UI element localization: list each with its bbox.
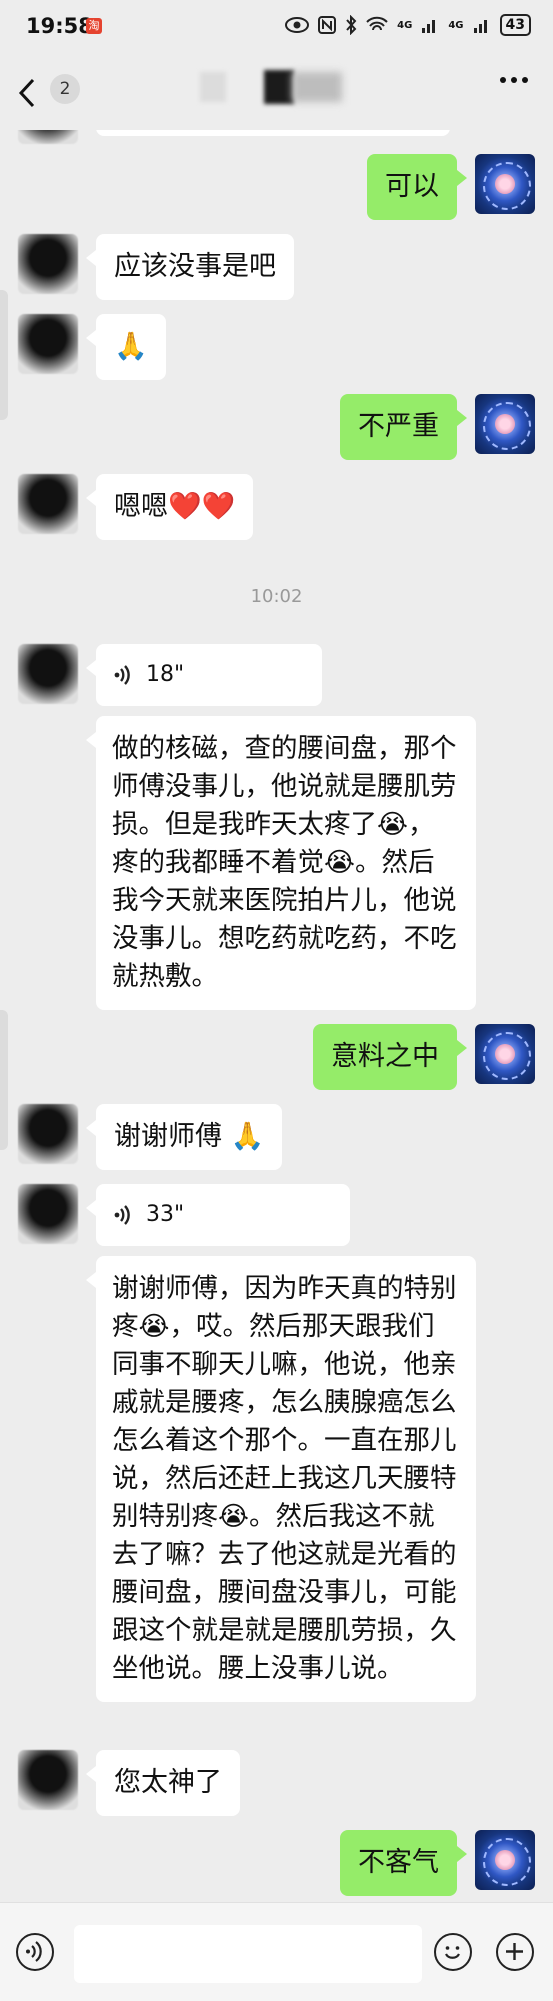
bluetooth-icon [346,15,357,35]
voice-wave-icon [114,1205,130,1225]
contact-avatar[interactable] [18,1184,78,1244]
voice-message[interactable]: 33" [86,1184,350,1246]
plus-icon [506,1943,523,1960]
my-avatar[interactable] [475,1830,535,1890]
input-bar [0,1902,553,2001]
chat-timestamp: 10:02 [250,586,303,607]
emoji-button[interactable] [434,1933,472,1971]
message-bubble-outgoing[interactable]: 不客气 [340,1830,467,1896]
wifi-icon [366,16,388,31]
contact-avatar[interactable] [18,1104,78,1164]
message-bubble-incoming[interactable]: 应该没事是吧 [86,234,294,300]
voice-duration: 18" [146,662,185,687]
taobao-notification-icon: 淘 [86,18,102,34]
more-options-button[interactable] [499,76,529,84]
smiley-icon [445,1946,460,1959]
message-bubble-incoming[interactable]: 🙏 [86,314,166,380]
voice-transcription[interactable]: 做的核磁，查的腰间盘，那个师傅没事儿，他说就是腰肌劳损。但是我昨天太疼了😭，疼的… [86,716,476,1010]
battery-level: 43 [499,14,531,36]
message-bubble-outgoing[interactable]: 可以 [367,154,467,220]
network-label: 4G [397,19,413,31]
scroll-indicator[interactable] [0,1010,8,1150]
chevron-left-icon [18,78,35,108]
chat-messages[interactable]: 可以 应该没事是吧 🙏 不严重 嗯嗯❤️❤️ 10:02 18" 做的核磁，查的… [0,130,553,1902]
signal-icon-2 [473,20,487,33]
voice-message[interactable]: 18" [86,644,322,706]
my-avatar[interactable] [475,1024,535,1084]
contact-avatar[interactable] [18,474,78,534]
contact-avatar[interactable] [18,234,78,294]
scroll-indicator[interactable] [0,290,8,420]
voice-transcription[interactable]: 谢谢师傅，因为昨天真的特别疼😭，哎。然后那天跟我们同事不聊天儿嘛，他说，他亲戚就… [86,1256,476,1702]
status-time: 19:58 [26,14,93,38]
more-dots-icon [500,77,528,83]
message-bubble-partial [96,130,450,136]
contact-avatar[interactable] [18,644,78,704]
status-bar: 19:58 淘 4G 4G 43 [0,0,553,56]
signal-icon [422,20,436,33]
eye-icon [285,17,310,33]
nfc-icon [318,16,337,34]
message-bubble-incoming[interactable]: 嗯嗯❤️❤️ [85,474,254,540]
voice-duration: 33" [146,1202,185,1227]
voice-wave-icon [26,1941,42,1962]
contact-avatar[interactable] [18,1750,78,1810]
voice-wave-icon [114,665,130,685]
my-avatar[interactable] [475,154,535,214]
contact-avatar[interactable] [18,130,78,144]
message-bubble-outgoing[interactable]: 不严重 [340,394,467,460]
voice-input-button[interactable] [16,1933,54,1971]
back-button[interactable] [18,78,46,108]
message-bubble-incoming[interactable]: 您太神了 [86,1750,240,1816]
more-functions-button[interactable] [496,1933,534,1971]
message-bubble-outgoing[interactable]: 意料之中 [313,1024,467,1090]
network-label-2: 4G [448,19,464,31]
contact-avatar[interactable] [18,314,78,374]
my-avatar[interactable] [475,394,535,454]
message-input[interactable] [74,1925,422,1983]
contact-name-redacted [200,70,360,104]
status-icons: 4G 4G 43 [285,14,531,36]
chat-header: 2 [0,56,553,130]
unread-count-badge: 2 [50,74,80,104]
message-bubble-incoming[interactable]: 谢谢师傅 🙏 [85,1104,283,1170]
